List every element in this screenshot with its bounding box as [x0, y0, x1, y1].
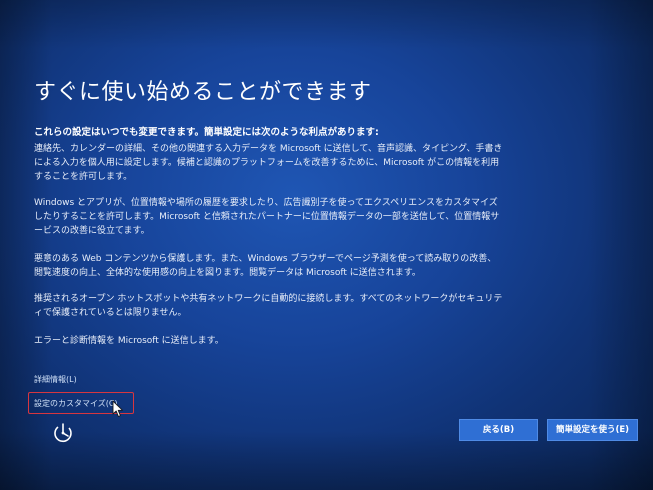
learn-more-link[interactable]: 詳細情報(L): [34, 374, 77, 385]
customize-settings-link[interactable]: 設定のカスタマイズ(C): [34, 398, 118, 409]
ease-of-access-icon[interactable]: [52, 422, 74, 444]
benefit-paragraph-input: 連絡先、カレンダーの詳細、その他の関連する入力データを Microsoft に送…: [34, 144, 503, 182]
use-express-settings-button[interactable]: 簡単設定を使う(E): [547, 419, 638, 441]
setup-screen: すぐに使い始めることができます これらの設定はいつでも変更できます。簡単設定には…: [0, 0, 653, 490]
settings-lead-text: これらの設定はいつでも変更できます。簡単設定には次のような利点があります:: [34, 127, 379, 138]
benefit-paragraph-diagnostics: エラーと診断情報を Microsoft に送信します。: [34, 336, 224, 346]
page-title: すぐに使い始めることができます: [34, 80, 372, 105]
benefit-paragraph-browser: 悪意のある Web コンテンツから保護します。また、Windows ブラウザーで…: [34, 254, 497, 278]
back-button[interactable]: 戻る(B): [459, 419, 538, 441]
benefit-paragraph-network: 推奨されるオープン ホットスポットや共有ネットワークに自動的に接続します。すべて…: [34, 294, 503, 318]
mouse-pointer-icon: [112, 400, 123, 417]
benefit-paragraph-location: Windows とアプリが、位置情報や場所の履歴を要求したり、広告識別子を使って…: [34, 198, 500, 236]
